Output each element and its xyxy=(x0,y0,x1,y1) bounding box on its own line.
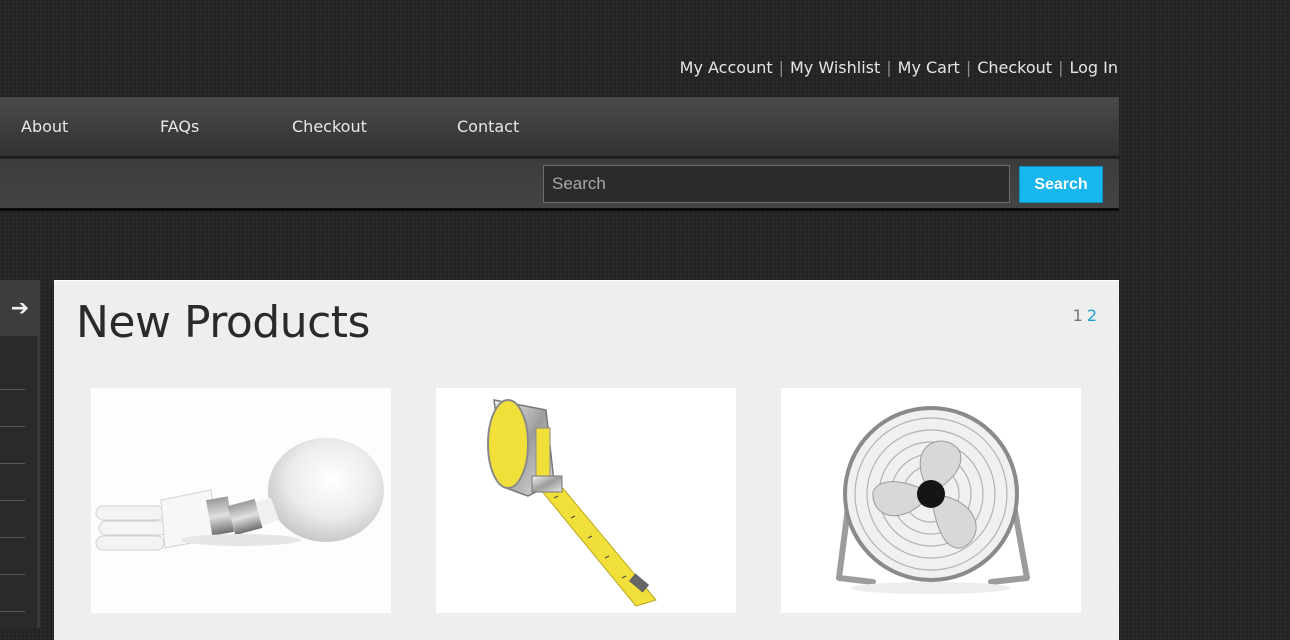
light-bulb-illustration xyxy=(91,388,391,613)
search-input[interactable] xyxy=(543,165,1010,203)
page-current: 1 xyxy=(1072,306,1083,325)
floor-fan-image[interactable] xyxy=(781,388,1081,613)
sidebar: ➔ xyxy=(0,280,40,628)
page-link-2[interactable]: 2 xyxy=(1087,306,1097,325)
tape-measure-illustration xyxy=(436,388,736,613)
sidebar-edge xyxy=(37,336,40,628)
log-in-link[interactable]: Log In xyxy=(1069,58,1118,77)
search-button[interactable]: Search xyxy=(1019,166,1103,203)
separator: | xyxy=(965,58,972,77)
nav-item-faqs[interactable]: FAQs xyxy=(160,117,199,136)
nav-item-contact[interactable]: Contact xyxy=(457,117,519,136)
sidebar-divider xyxy=(0,463,25,464)
nav-item-checkout[interactable]: Checkout xyxy=(292,117,367,136)
new-products-panel: New Products 12 xyxy=(54,280,1119,640)
sidebar-divider xyxy=(0,574,25,575)
light-bulb-image[interactable] xyxy=(91,388,391,613)
tape-measure-image[interactable] xyxy=(436,388,736,613)
search-bar: Search xyxy=(0,159,1119,211)
pagination: 12 xyxy=(1073,306,1097,325)
separator: | xyxy=(1058,58,1064,77)
sidebar-divider xyxy=(0,537,25,538)
nav-item-about[interactable]: About xyxy=(21,117,68,136)
section-title: New Products xyxy=(76,297,370,348)
my-account-link[interactable]: My Account xyxy=(680,58,773,77)
my-cart-link[interactable]: My Cart xyxy=(898,58,960,77)
my-wishlist-link[interactable]: My Wishlist xyxy=(790,58,880,77)
account-links: My Account | My Wishlist | My Cart | Checkout |… xyxy=(680,58,1118,77)
arrow-right-icon[interactable]: ➔ xyxy=(0,280,40,336)
sidebar-divider xyxy=(0,611,25,612)
sidebar-divider xyxy=(0,500,25,501)
separator: | xyxy=(886,58,892,77)
sidebar-divider xyxy=(0,426,25,427)
separator: | xyxy=(778,58,784,77)
sidebar-divider xyxy=(0,389,25,390)
checkout-link[interactable]: Checkout xyxy=(977,58,1052,77)
main-nav: About FAQs Checkout Contact xyxy=(0,97,1119,158)
floor-fan-illustration xyxy=(781,388,1081,613)
